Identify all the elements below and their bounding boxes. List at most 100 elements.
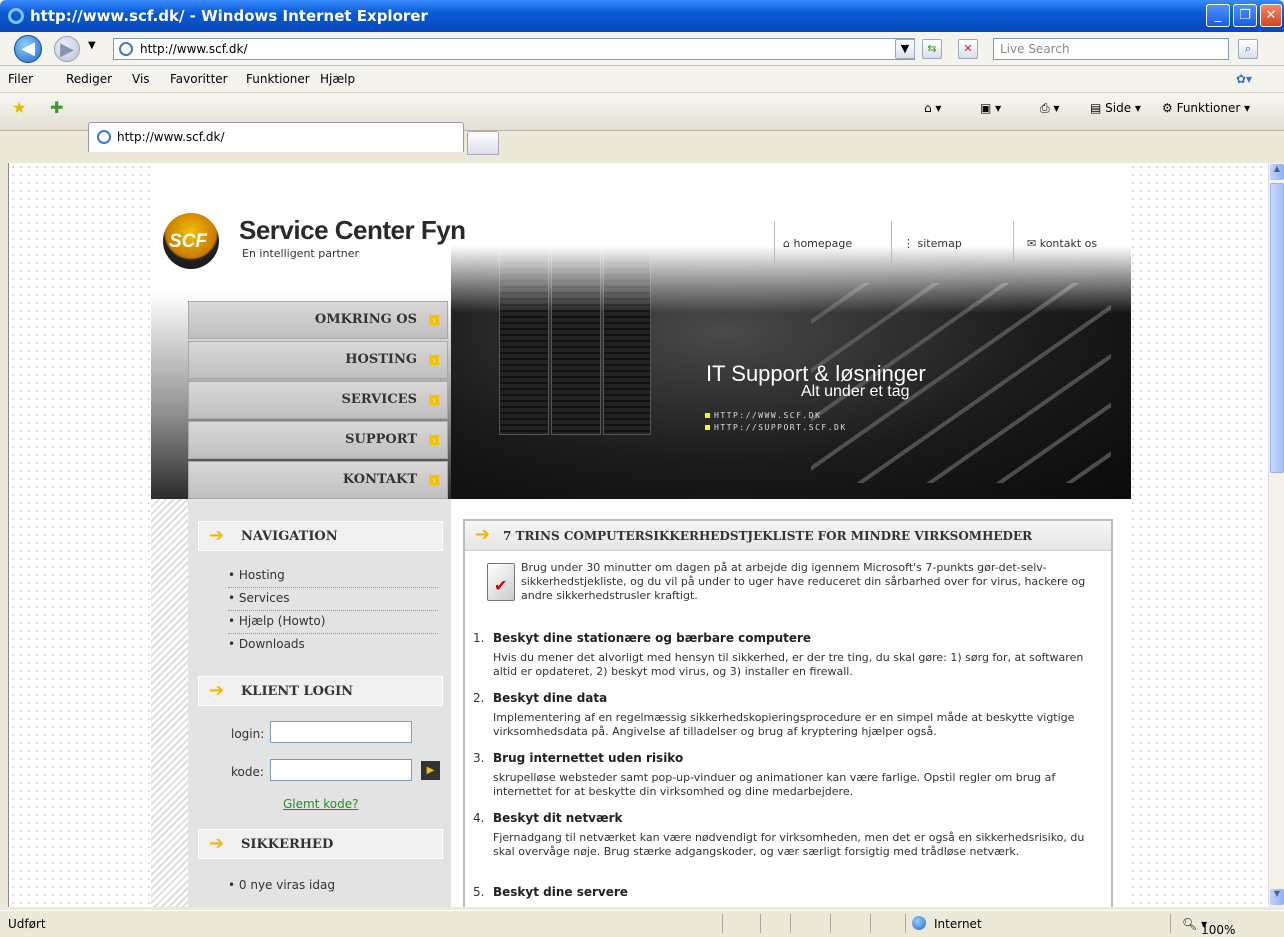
chevron-right-icon: › bbox=[429, 475, 439, 485]
status-divider bbox=[905, 914, 906, 933]
stop-icon[interactable]: ✕ bbox=[958, 39, 978, 59]
contact-link[interactable]: ✉ kontakt os bbox=[1027, 237, 1097, 250]
internet-zone-icon bbox=[912, 916, 926, 930]
nav-label: KONTAKT bbox=[342, 472, 417, 487]
status-bar: Udført Internet 🔍︎ 100% ▾ bbox=[0, 910, 1284, 937]
vertical-scrollbar[interactable]: ▲ ▼ bbox=[1268, 163, 1284, 907]
tools-menu[interactable]: ⚙ Funktioner ▾ bbox=[1162, 101, 1250, 115]
home-icon[interactable]: ⌂ ▾ bbox=[924, 101, 941, 115]
login-title: KLIENT LOGIN bbox=[241, 684, 354, 699]
sidebar-link-services[interactable]: • Services bbox=[228, 588, 438, 611]
sitemap-label: sitemap bbox=[917, 237, 962, 250]
arrow-right-icon: ➔ bbox=[475, 524, 491, 545]
menu-favoritter[interactable]: Favoritter bbox=[170, 72, 228, 86]
recent-pages-dropdown-icon[interactable]: ▼ bbox=[88, 40, 96, 51]
security-virus-count: • 0 nye viras idag bbox=[228, 878, 335, 892]
feeds-icon[interactable]: ▣ ▾ bbox=[980, 101, 1001, 115]
sidebar-link-hosting[interactable]: • Hosting bbox=[228, 565, 438, 588]
forward-button[interactable]: ▶ bbox=[54, 36, 80, 62]
hero-url-www: HTTP://WWW.SCF.DK bbox=[705, 411, 821, 420]
menu-vis[interactable]: Vis bbox=[132, 72, 150, 86]
item-body: Implementering af en regelmæssig sikkerh… bbox=[493, 711, 1075, 738]
nav-services[interactable]: SERVICES › bbox=[188, 381, 448, 419]
nav-kontakt[interactable]: KONTAKT › bbox=[188, 461, 448, 499]
menu-filer[interactable]: Filer bbox=[8, 72, 33, 86]
homepage-label: homepage bbox=[793, 237, 853, 250]
item-number: 1. bbox=[473, 631, 485, 645]
maximize-button[interactable]: ❐ bbox=[1233, 4, 1257, 27]
divider bbox=[1013, 221, 1014, 263]
nav-label: OMKRING OS bbox=[314, 312, 417, 327]
scroll-down-icon[interactable]: ▼ bbox=[1270, 889, 1284, 905]
new-tab-button[interactable] bbox=[467, 131, 499, 155]
article-title: 7 TRINS COMPUTERSIKKERHEDSTJEKLISTE FOR … bbox=[503, 529, 1033, 543]
menu-rediger[interactable]: Rediger bbox=[66, 72, 112, 86]
divider bbox=[774, 221, 775, 263]
status-divider bbox=[722, 914, 723, 933]
nav-omkring-os[interactable]: OMKRING OS › bbox=[188, 301, 448, 339]
tab-label: http://www.scf.dk/ bbox=[117, 130, 225, 144]
msn-icon[interactable]: ✿▾ bbox=[1236, 72, 1252, 86]
nav-hosting[interactable]: HOSTING › bbox=[188, 341, 448, 379]
divider bbox=[891, 221, 892, 263]
scroll-up-icon[interactable]: ▲ bbox=[1270, 164, 1284, 180]
login-heading: ➔ KLIENT LOGIN bbox=[198, 676, 443, 706]
zoom-level[interactable]: 🔍︎ 100% ▾ bbox=[1182, 917, 1235, 937]
menu-hjaelp[interactable]: Hjælp bbox=[320, 72, 355, 86]
item-number: 2. bbox=[473, 691, 485, 705]
print-icon[interactable]: ⎙ ▾ bbox=[1040, 101, 1059, 116]
arrow-right-icon: ➔ bbox=[209, 525, 225, 546]
back-button[interactable]: ◀ bbox=[14, 35, 42, 63]
article-intro: Brug under 30 minutter om dagen på at ar… bbox=[521, 561, 1086, 602]
tab-active[interactable]: http://www.scf.dk/ bbox=[88, 122, 464, 152]
address-toolbar: ◀ ▶ ▼ http://www.scf.dk/ ▼ ⇆ ✕ Live Sear… bbox=[0, 32, 1284, 66]
menu-bar: Filer Rediger Vis Favoritter Funktioner … bbox=[0, 66, 1284, 93]
item-heading: Beskyt dine data bbox=[493, 691, 608, 705]
item-heading: Beskyt dine stationære og bærbare comput… bbox=[493, 631, 812, 645]
address-dropdown-icon[interactable]: ▼ bbox=[895, 39, 915, 59]
hero-url-support: HTTP://SUPPORT.SCF.DK bbox=[705, 423, 847, 432]
password-input[interactable] bbox=[270, 759, 412, 781]
code-label: kode: bbox=[231, 765, 264, 779]
item-number: 3. bbox=[473, 751, 485, 765]
arrow-right-icon: ➔ bbox=[209, 833, 225, 854]
nav-support[interactable]: SUPPORT › bbox=[188, 421, 448, 459]
scroll-thumb[interactable] bbox=[1270, 183, 1284, 473]
sidebar-link-downloads[interactable]: • Downloads bbox=[228, 634, 438, 657]
status-divider bbox=[830, 914, 831, 933]
chevron-right-icon: › bbox=[429, 355, 439, 365]
login-submit-button[interactable]: ▶ bbox=[421, 761, 440, 780]
hero-subtitle: Alt under et tag bbox=[801, 383, 910, 400]
nav-label: HOSTING bbox=[345, 352, 417, 367]
address-input[interactable]: http://www.scf.dk/ bbox=[113, 38, 915, 60]
checklist-icon: ✔ bbox=[487, 563, 515, 601]
forgot-code-link[interactable]: Glemt kode? bbox=[283, 797, 358, 811]
contact-label: kontakt os bbox=[1039, 237, 1098, 250]
menu-funktioner[interactable]: Funktioner bbox=[246, 72, 310, 86]
item-number: 5. bbox=[473, 885, 485, 899]
close-button[interactable]: ✕ bbox=[1260, 4, 1282, 27]
search-icon[interactable]: ⌕ bbox=[1238, 39, 1258, 59]
brand-name: Service Center Fyn bbox=[239, 215, 466, 245]
item-heading: Beskyt dit netværk bbox=[493, 811, 623, 825]
login-input[interactable] bbox=[270, 721, 412, 743]
item-body: skrupelløse websteder samt pop-up-vindue… bbox=[493, 771, 1056, 798]
logo-text: SCF bbox=[169, 231, 207, 252]
favorites-star-icon[interactable]: ★ bbox=[12, 98, 26, 117]
search-input[interactable]: Live Search bbox=[993, 38, 1229, 60]
page-menu[interactable]: ▤ Side ▾ bbox=[1090, 101, 1141, 115]
security-title: SIKKERHED bbox=[241, 837, 334, 852]
homepage-link[interactable]: ⌂ homepage bbox=[783, 237, 852, 250]
add-favorite-icon[interactable]: ✚ bbox=[50, 98, 63, 117]
window-title: http://www.scf.dk/ - Windows Internet Ex… bbox=[30, 7, 428, 25]
sidebar-link-help[interactable]: • Hjælp (Howto) bbox=[228, 611, 438, 634]
minimize-button[interactable]: _ bbox=[1206, 4, 1230, 27]
scf-logo[interactable]: SCF bbox=[163, 213, 219, 269]
status-divider bbox=[760, 914, 761, 933]
sitemap-link[interactable]: ⋮ sitemap bbox=[903, 237, 962, 250]
security-heading: ➔ SIKKERHED bbox=[198, 829, 443, 859]
refresh-icon[interactable]: ⇆ bbox=[922, 39, 942, 59]
chevron-right-icon: › bbox=[429, 435, 439, 445]
item-body: Fjernadgang til netværket kan være nødve… bbox=[493, 831, 1085, 858]
nav-label: SERVICES bbox=[341, 392, 417, 407]
